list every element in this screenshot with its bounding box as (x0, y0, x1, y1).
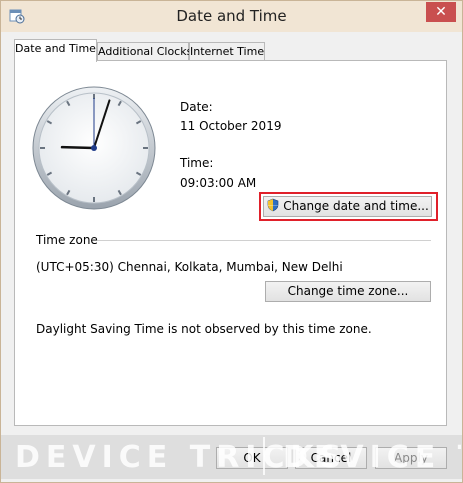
dst-note: Daylight Saving Time is not observed by … (36, 322, 372, 336)
uac-shield-icon (267, 198, 279, 212)
date-label: Date: (180, 100, 213, 114)
title-bar[interactable]: Date and Time ✕ (1, 1, 462, 32)
time-zone-heading: Time zone (36, 233, 98, 247)
change-date-time-button[interactable]: Change date and time... (263, 196, 432, 217)
watermark-separator (263, 437, 265, 475)
analog-clock (32, 86, 156, 210)
tab-additional-clocks[interactable]: Additional Clocks (97, 42, 192, 61)
time-label: Time: (180, 156, 214, 170)
close-button[interactable]: ✕ (426, 2, 456, 22)
time-value: 09:03:00 AM (180, 176, 257, 190)
change-date-time-label: Change date and time... (283, 199, 429, 213)
date-time-window: Date and Time ✕ Date and Time Additional… (0, 0, 463, 483)
clock-hour-hand (60, 145, 96, 150)
watermark-text-right: DEVICE TRIC (283, 440, 461, 475)
tab-date-and-time[interactable]: Date and Time (14, 39, 97, 62)
date-value: 11 October 2019 (180, 119, 282, 133)
section-divider (97, 240, 431, 241)
window-title: Date and Time (176, 7, 287, 25)
time-zone-value: (UTC+05:30) Chennai, Kolkata, Mumbai, Ne… (36, 260, 343, 274)
tab-internet-time[interactable]: Internet Time (189, 42, 265, 61)
change-time-zone-button[interactable]: Change time zone... (265, 281, 431, 302)
